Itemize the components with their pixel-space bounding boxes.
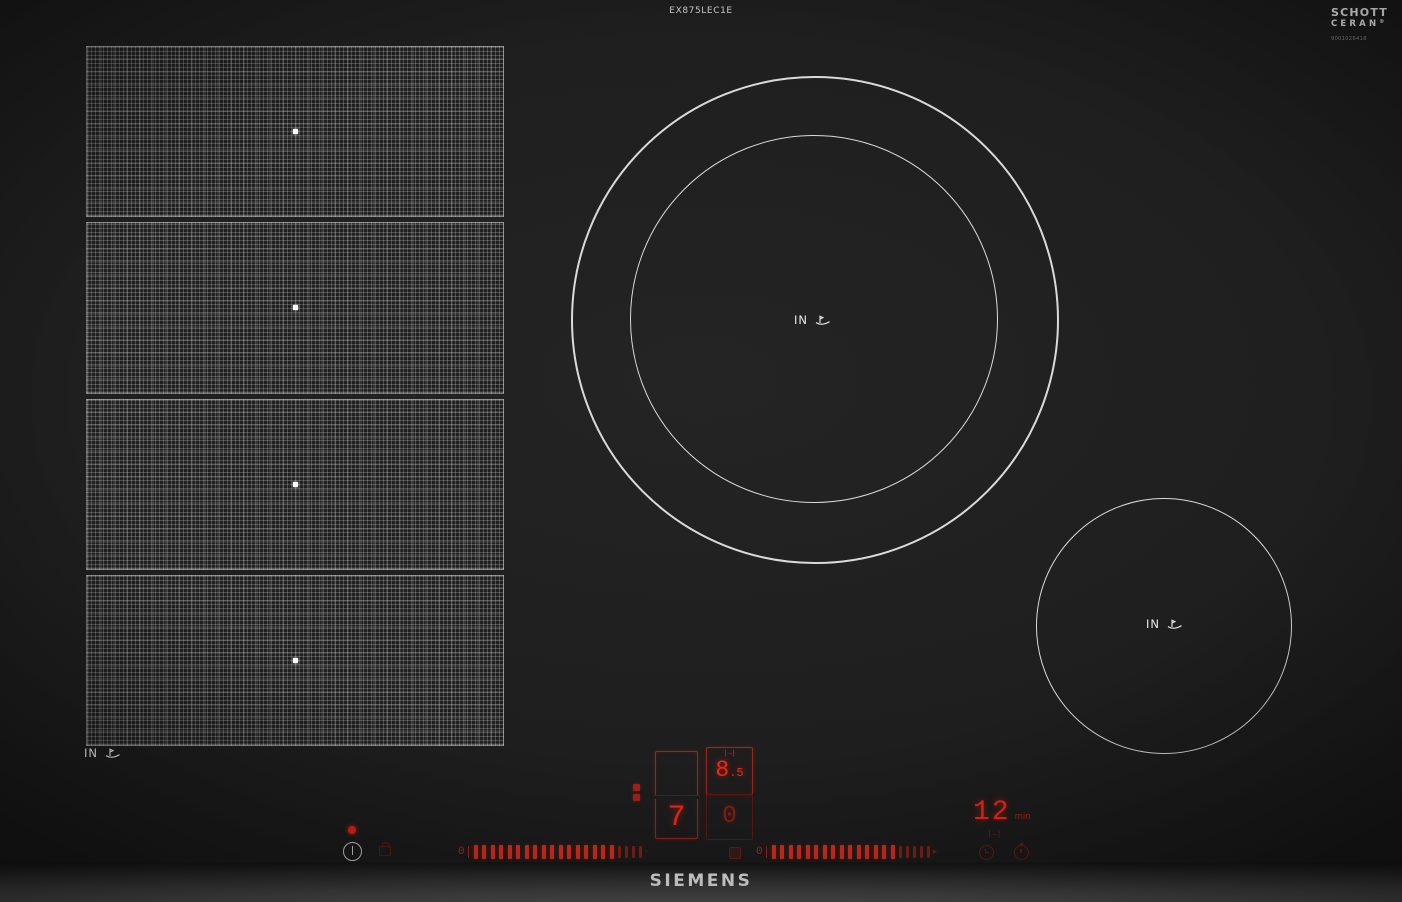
cooktop-surface: EX875LEC1E SCHOTT CERAN® 9001026418 IN I…	[0, 0, 1402, 902]
slider-tick	[927, 846, 930, 858]
timer-range-icon: |→|	[987, 830, 1002, 839]
slider-tick	[618, 846, 621, 858]
slider-boost-glyph: ▸	[932, 847, 938, 857]
schott-ceran-logo: SCHOTT CERAN® 9001026418	[1331, 7, 1388, 42]
slider-tick	[524, 845, 529, 859]
induction-label: IN	[794, 313, 808, 327]
slider-tick	[913, 846, 916, 858]
flex-zone-segment	[86, 398, 504, 570]
slider-tick	[625, 846, 628, 858]
large-zone-induction-label: IN	[794, 313, 831, 327]
slider-tick	[780, 845, 785, 859]
kitchen-timer-icon[interactable]	[1014, 843, 1029, 860]
timer-unit: min	[1014, 812, 1031, 822]
timer-readout: 12 min |→|	[973, 797, 1053, 840]
slider-tick	[831, 845, 836, 859]
power-button[interactable]	[343, 842, 362, 861]
slider-tick	[765, 846, 768, 858]
cooking-timer-icon[interactable]	[979, 845, 994, 860]
slider-tick	[865, 845, 870, 859]
right-zone-power-level: 8.5	[715, 757, 744, 783]
secondary-zone-level: 0	[722, 803, 737, 830]
small-zone-induction-label: IN	[1146, 617, 1183, 631]
slider-tick	[575, 845, 580, 859]
slider-tick	[467, 846, 470, 858]
zone-center-dot	[292, 481, 298, 487]
slider-tick	[567, 845, 572, 859]
zone-center-dot	[292, 129, 298, 135]
power-slider-right[interactable]: 0 ▸	[756, 843, 937, 861]
slider-tick	[890, 845, 895, 859]
zone-center-dot	[292, 657, 298, 663]
slider-tick	[822, 845, 827, 859]
model-label: EX875LEC1E	[669, 6, 733, 16]
slider-tick	[639, 846, 642, 858]
power-on-indicator-dot	[348, 826, 356, 834]
slider-tick	[541, 845, 546, 859]
slider-tick	[601, 845, 606, 859]
slider-tick	[499, 845, 504, 859]
slider-tick	[856, 845, 861, 859]
flex-zone-segment	[86, 46, 504, 218]
slider-tick	[516, 845, 521, 859]
slider-boost-glyph: ›	[644, 847, 649, 857]
slider-zero-label: 0	[458, 846, 465, 858]
slider-tick	[797, 845, 802, 859]
slider-tick	[533, 845, 538, 859]
timer-value: 12	[973, 797, 1011, 828]
schott-logo-line1: SCHOTT	[1330, 6, 1388, 19]
slider-tick	[848, 845, 853, 859]
slider-tick	[788, 845, 793, 859]
slider-zero-label: 0	[756, 846, 763, 858]
flex-zone-segment	[86, 222, 504, 394]
induction-pan-icon	[1167, 619, 1182, 629]
schott-logo-line2: CERAN®	[1330, 19, 1385, 29]
flex-induction-zone	[86, 46, 504, 746]
slider-tick	[609, 845, 614, 859]
slider-tick	[899, 846, 902, 858]
pause-icon[interactable]	[729, 847, 741, 859]
front-trim-band: SIEMENS	[0, 862, 1402, 902]
zone-center-dot	[292, 305, 298, 311]
slider-ticks	[765, 845, 930, 859]
brand-logo: SIEMENS	[649, 871, 753, 891]
flex-zone-active-indicator	[633, 784, 640, 801]
slider-tick	[584, 845, 589, 859]
induction-label: IN	[1146, 617, 1160, 631]
glass-serial-number: 9001026418	[1330, 35, 1367, 42]
range-extend-icon: |→|	[723, 750, 736, 758]
slider-tick	[814, 845, 819, 859]
flex-zone-induction-label: IN	[84, 746, 121, 760]
slider-tick	[632, 846, 635, 858]
registered-mark: ®	[1379, 19, 1385, 25]
flex-zone-power-level: 7	[667, 801, 686, 835]
slider-tick	[473, 845, 478, 859]
slider-tick	[507, 845, 512, 859]
induction-label: IN	[84, 746, 98, 760]
slider-tick	[906, 846, 909, 858]
slider-tick	[882, 845, 887, 859]
slider-tick	[482, 845, 487, 859]
induction-pan-icon	[815, 315, 830, 325]
slider-tick	[805, 845, 810, 859]
slider-tick	[771, 845, 776, 859]
slider-tick	[550, 845, 555, 859]
induction-pan-icon	[105, 748, 120, 758]
power-level-fraction: .5	[729, 766, 744, 780]
power-slider-left[interactable]: 0 ›	[458, 843, 648, 861]
secondary-zone-display-key[interactable]: 0	[706, 794, 753, 840]
slider-tick	[920, 846, 923, 858]
slider-tick	[873, 845, 878, 859]
slider-tick	[490, 845, 495, 859]
flex-zone-display-key[interactable]: 7	[654, 751, 699, 839]
display-divider	[654, 795, 699, 799]
slider-tick	[558, 845, 563, 859]
slider-tick	[839, 845, 844, 859]
slider-ticks	[467, 845, 642, 859]
child-lock-icon[interactable]	[379, 842, 391, 856]
slider-tick	[592, 845, 597, 859]
right-zone-display-key[interactable]: |→| 8.5	[706, 747, 753, 795]
flex-zone-segment	[86, 574, 504, 746]
